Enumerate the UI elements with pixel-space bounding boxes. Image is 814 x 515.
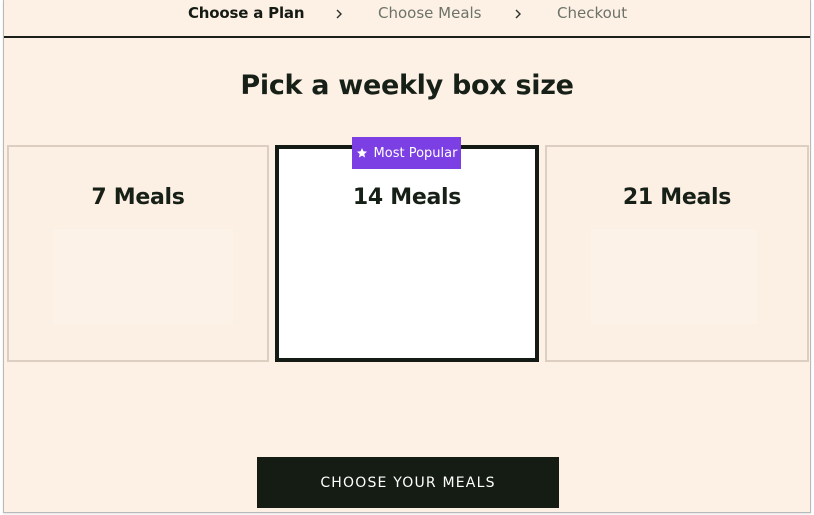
- step-choose-meals[interactable]: Choose Meals: [378, 2, 482, 24]
- plan-card-21-meals[interactable]: 21 Meals: [545, 145, 809, 362]
- step-checkout[interactable]: Checkout: [557, 2, 627, 24]
- plan-card-title: 7 Meals: [91, 185, 185, 210]
- badge-label: Most Popular: [373, 145, 458, 161]
- plan-card-details-placeholder: [53, 229, 233, 324]
- most-popular-badge: Most Popular: [352, 137, 461, 169]
- plan-card-details-placeholder: [591, 229, 757, 324]
- plan-card-14-meals[interactable]: 14 Meals: [275, 145, 539, 362]
- chevron-right-icon: [514, 3, 522, 25]
- step-choose-plan[interactable]: Choose a Plan: [188, 2, 305, 24]
- star-icon: [356, 147, 368, 159]
- chevron-right-icon: [335, 3, 343, 25]
- page-title: Pick a weekly box size: [240, 70, 574, 101]
- plan-card-title: 21 Meals: [622, 185, 732, 210]
- checkout-steps: Choose a Plan Choose Meals Checkout: [4, 0, 810, 38]
- choose-your-meals-button[interactable]: CHOOSE YOUR MEALS: [257, 457, 559, 508]
- plan-card-title: 14 Meals: [352, 185, 462, 210]
- page-frame: Choose a Plan Choose Meals Checkout Pick…: [3, 0, 811, 513]
- plan-card-7-meals[interactable]: 7 Meals: [7, 145, 269, 362]
